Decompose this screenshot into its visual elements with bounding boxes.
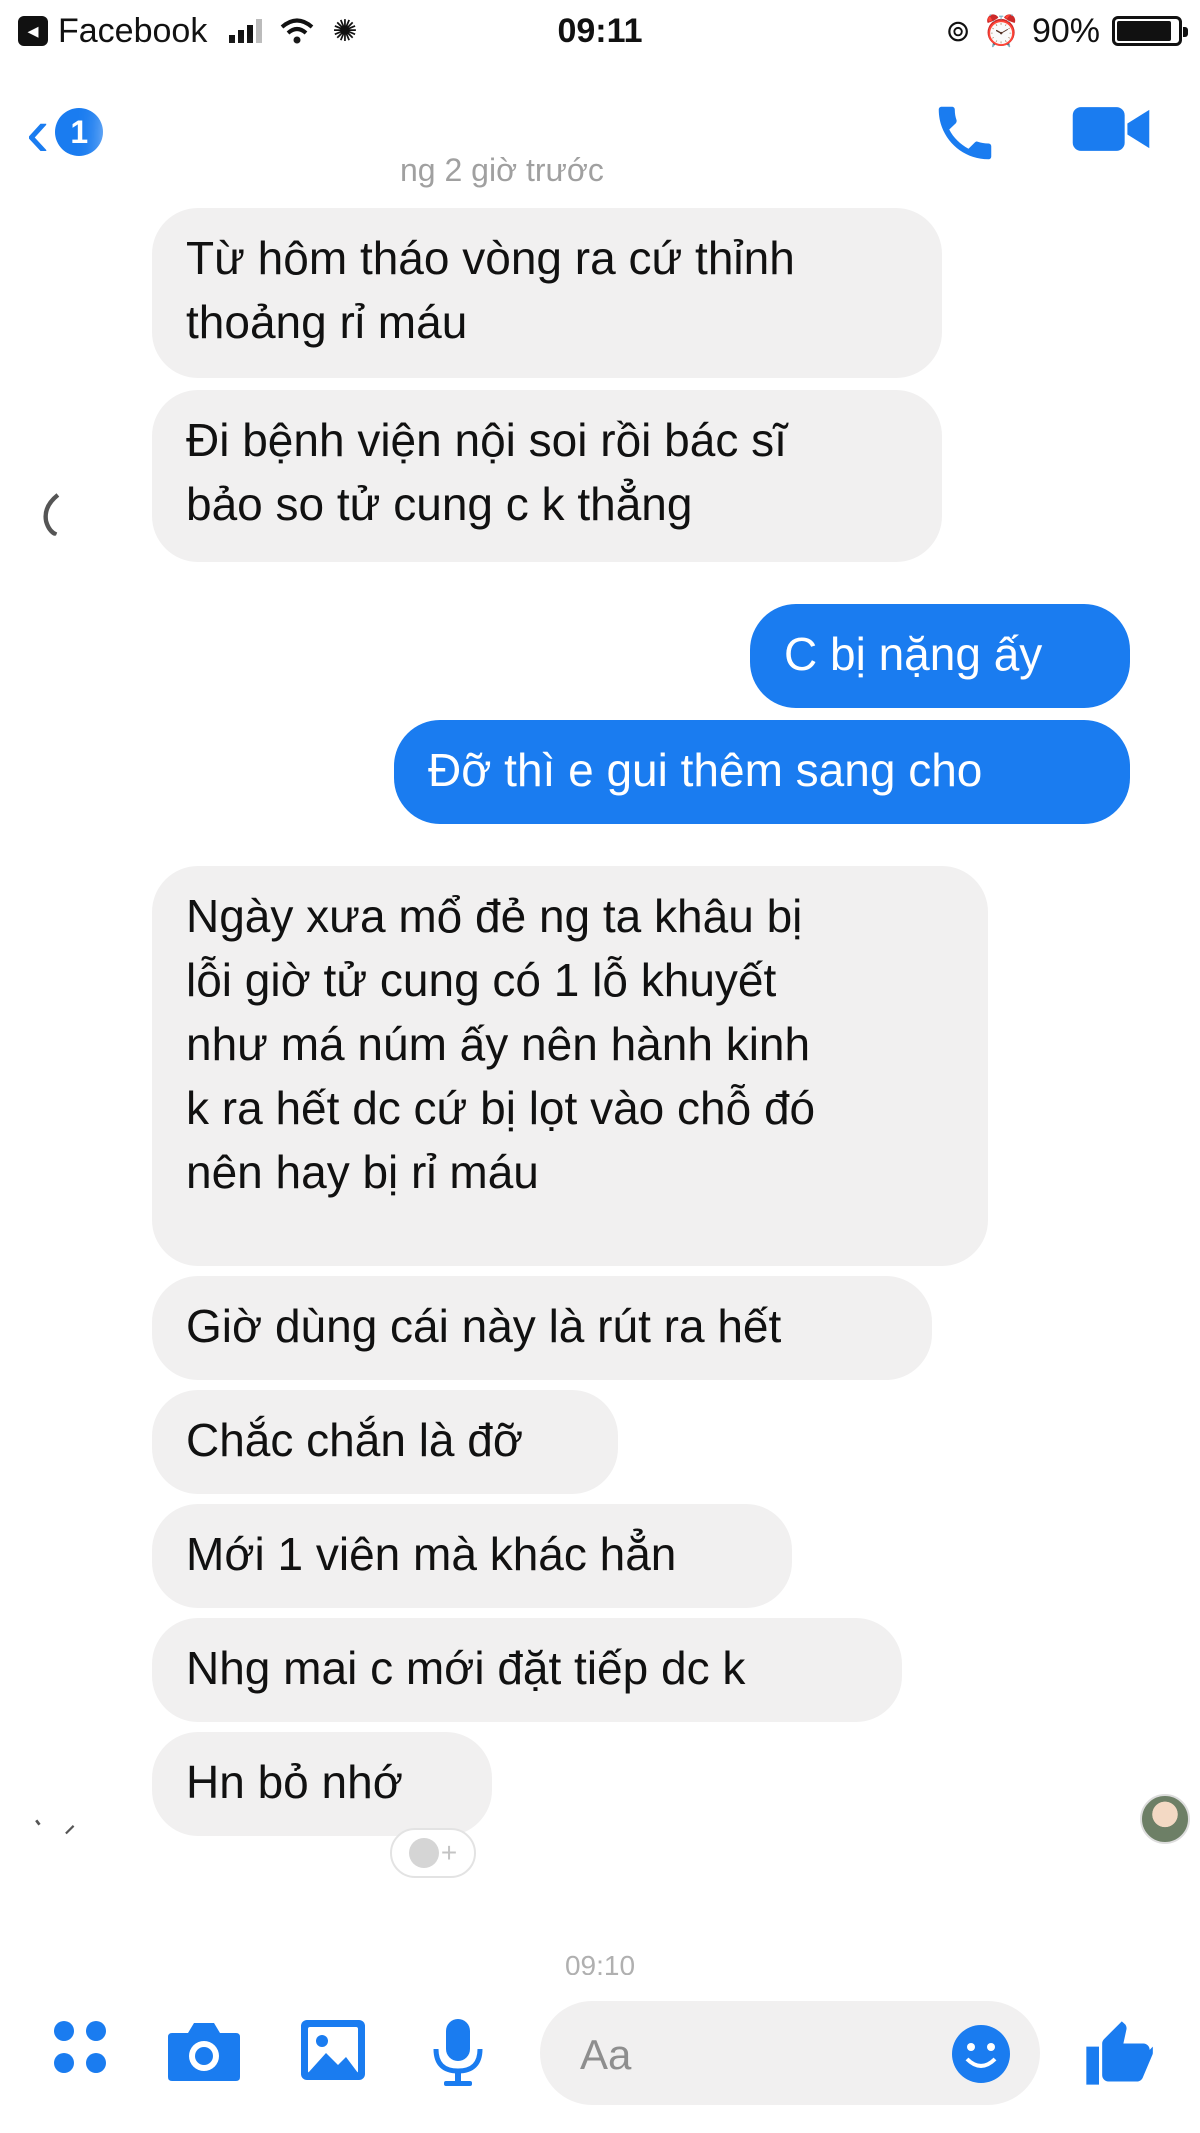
emoji-icon[interactable]: [950, 2023, 1012, 2085]
message-bubble-outgoing[interactable]: C bị nặng ấy: [750, 604, 1130, 708]
status-left: ◂ Facebook ✺: [18, 12, 357, 51]
status-time: 09:11: [557, 11, 643, 50]
add-reaction-plus: +: [440, 1837, 458, 1868]
message-bubble-incoming[interactable]: Giờ dùng cái này là rút ra hết: [152, 1276, 932, 1380]
message-input-placeholder: Aa: [580, 2031, 632, 2078]
status-right: ⊚ ⏰ 90%: [945, 11, 1188, 51]
microphone-icon[interactable]: [430, 2017, 486, 2087]
camera-icon[interactable]: [166, 2017, 242, 2083]
message-line: Mới 1 viên mà khác hẳn: [186, 1528, 677, 1580]
back-chevron-icon: ‹: [26, 93, 50, 171]
alarm-icon: ⏰: [982, 14, 1020, 48]
battery-fill: [1117, 21, 1171, 41]
back-button[interactable]: ‹ 1: [26, 93, 104, 171]
add-reaction-icon: [408, 1838, 439, 1868]
message-bubble-incoming[interactable]: Mới 1 viên mà khác hẳn: [152, 1504, 792, 1608]
message-bubble-incoming[interactable]: Ngày xưa mổ đẻ ng ta khâu bị lỗi giờ tử …: [152, 866, 988, 1266]
orientation-lock-icon: ⊚: [945, 14, 971, 48]
message-line: nên hay bị rỉ máu: [186, 1146, 539, 1198]
message-line: Ngày xưa mổ đẻ ng ta khâu bị: [186, 890, 803, 942]
message-line: k ra hết dc cứ bị lọt vào chỗ đó: [186, 1082, 816, 1134]
message-line: Nhg mai c mới đặt tiếp dc k: [186, 1642, 746, 1694]
image-icon[interactable]: [298, 2017, 368, 2083]
wifi-icon: [281, 18, 314, 44]
active-status: ng 2 giờ trước: [400, 152, 604, 188]
voice-call-button[interactable]: [930, 98, 1000, 173]
message-bubble-incoming[interactable]: Từ hôm tháo vòng ra cứ thỉnh thoảng rỉ m…: [152, 208, 942, 378]
message-line: thoảng rỉ máu: [186, 296, 468, 348]
back-to-app-icon[interactable]: ◂: [18, 16, 48, 46]
phone-icon: [938, 106, 992, 160]
message-composer: Aa: [0, 1975, 1200, 2133]
message-line: bảo so tử cung c k thẳng: [186, 478, 693, 530]
message-bubble-incoming[interactable]: Chắc chắn là đỡ: [152, 1390, 618, 1494]
unread-badge: 1: [55, 108, 104, 156]
message-bubble-outgoing[interactable]: Đỡ thì e gui thêm sang cho: [394, 720, 1130, 824]
battery-icon: [1112, 16, 1188, 46]
message-line: C bị nặng ấy: [784, 628, 1043, 680]
video-call-button[interactable]: [1070, 98, 1152, 165]
loading-spinner-icon: ✺: [332, 14, 358, 48]
message-line: lỗi giờ tử cung có 1 lỗ khuyết: [186, 954, 777, 1006]
seen-receipt-avatar: [1140, 1794, 1190, 1844]
message-line: Từ hôm tháo vòng ra cứ thỉnh: [186, 232, 795, 284]
message-line: Giờ dùng cái này là rút ra hết: [186, 1300, 782, 1352]
message-bubble-incoming[interactable]: Đi bệnh viện nội soi rồi bác sĩ bảo so t…: [152, 390, 942, 562]
sender-avatar[interactable]: [30, 492, 74, 536]
message-bubble-incoming[interactable]: Hn bỏ nhớ: [152, 1732, 492, 1836]
message-line: Đỡ thì e gui thêm sang cho: [428, 744, 983, 796]
message-line: như má núm ấy nên hành kinh: [186, 1018, 811, 1070]
status-bar: ◂ Facebook ✺ 09:11 ⊚ ⏰ 90%: [0, 0, 1200, 62]
sender-avatar[interactable]: [34, 1806, 78, 1850]
add-reaction-button[interactable]: +: [390, 1828, 476, 1878]
message-line: Đi bệnh viện nội soi rồi bác sĩ: [186, 414, 787, 466]
battery-percent: 90%: [1031, 11, 1100, 50]
video-camera-icon: [1072, 107, 1150, 151]
cellular-signal-icon: [229, 19, 263, 43]
conversation-header: ‹ 1 ng 2 giờ trước: [0, 62, 1200, 216]
message-bubble-incoming[interactable]: Nhg mai c mới đặt tiếp dc k: [152, 1618, 902, 1722]
back-to-app-label[interactable]: Facebook: [58, 12, 207, 51]
thumbs-up-icon[interactable]: [1080, 2015, 1156, 2091]
apps-grid-icon[interactable]: [50, 2017, 110, 2077]
message-line: Chắc chắn là đỡ: [186, 1414, 524, 1466]
message-line: Hn bỏ nhớ: [186, 1756, 403, 1808]
